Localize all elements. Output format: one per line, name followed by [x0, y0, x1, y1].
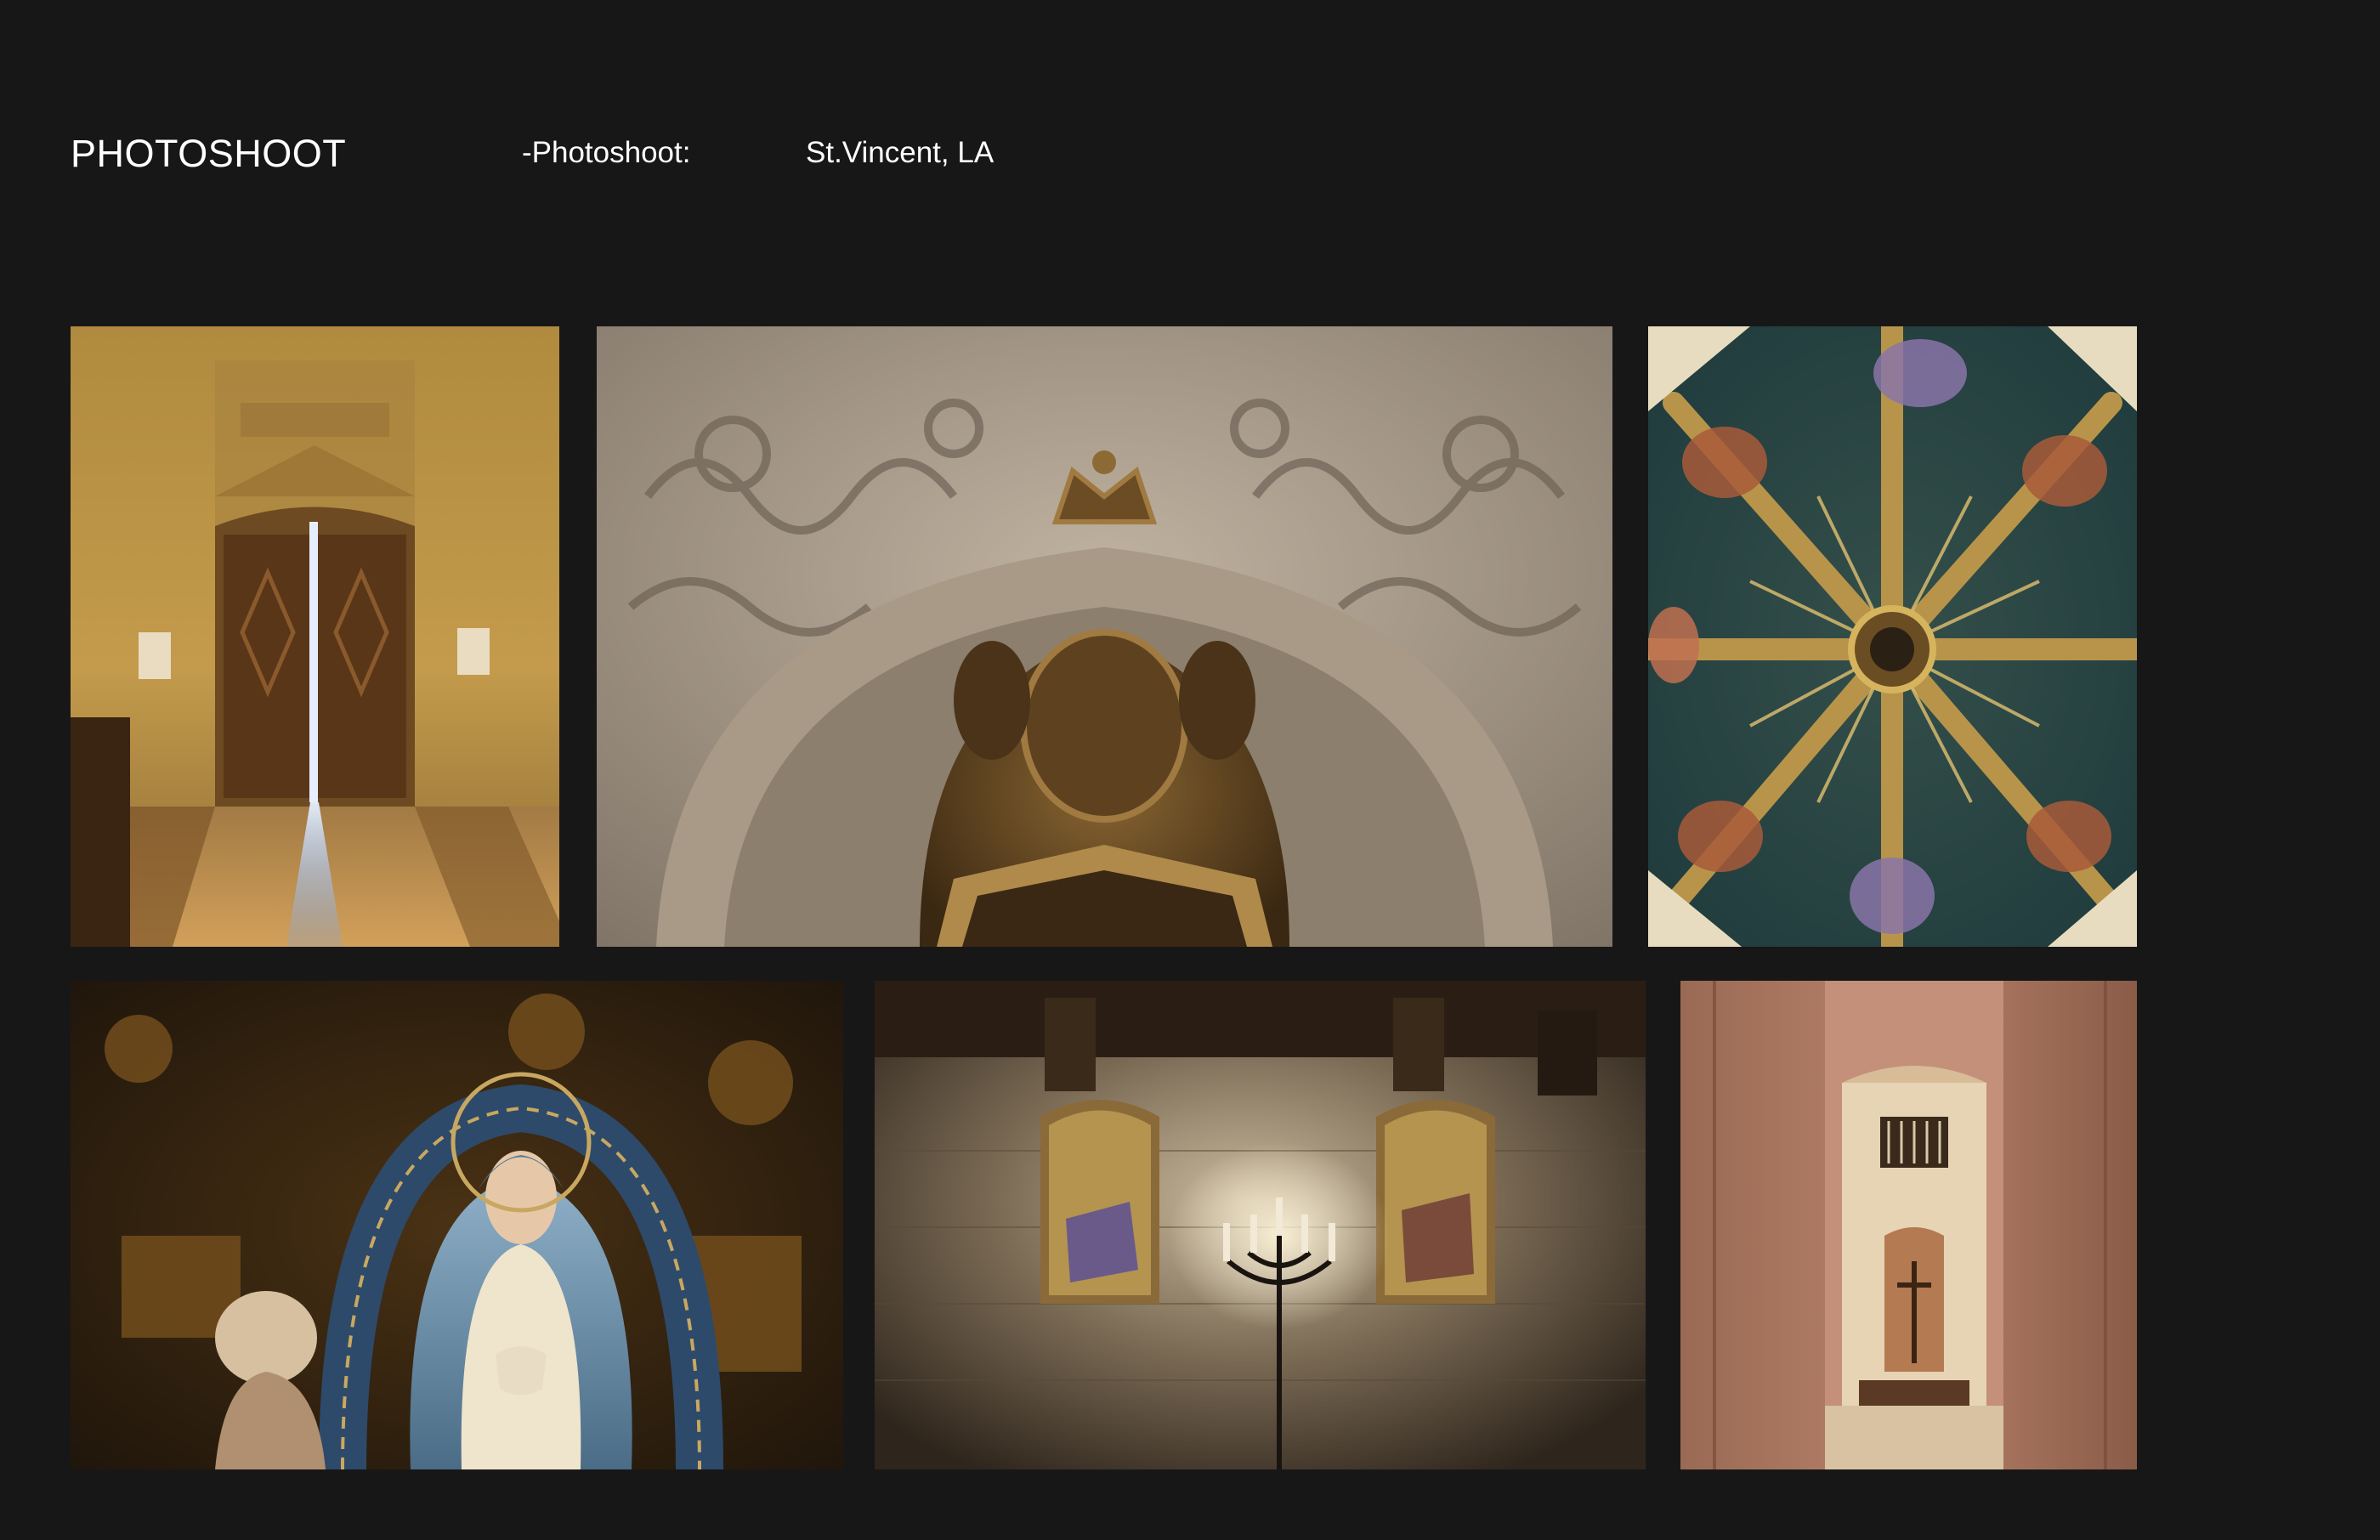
photo-ornate-crest[interactable]	[597, 326, 1612, 947]
photoshoot-location: St.Vincent, LA	[806, 136, 994, 169]
photo-madonna-statue[interactable]	[71, 981, 843, 1469]
photo-candle-sconce[interactable]	[875, 981, 1646, 1469]
photo-image	[1648, 326, 2137, 947]
photo-image	[597, 326, 1612, 947]
photo-image	[71, 326, 559, 947]
photo-church-doorway[interactable]	[71, 326, 559, 947]
photo-image	[875, 981, 1646, 1469]
photo-image	[1680, 981, 2137, 1469]
photo-image	[71, 981, 843, 1469]
photo-chapel-corridor[interactable]	[1680, 981, 2137, 1469]
page-title: PHOTOSHOOT	[71, 132, 347, 175]
photo-dome-ceiling[interactable]	[1648, 326, 2137, 947]
photoshoot-label: -Photoshoot:	[522, 136, 691, 169]
